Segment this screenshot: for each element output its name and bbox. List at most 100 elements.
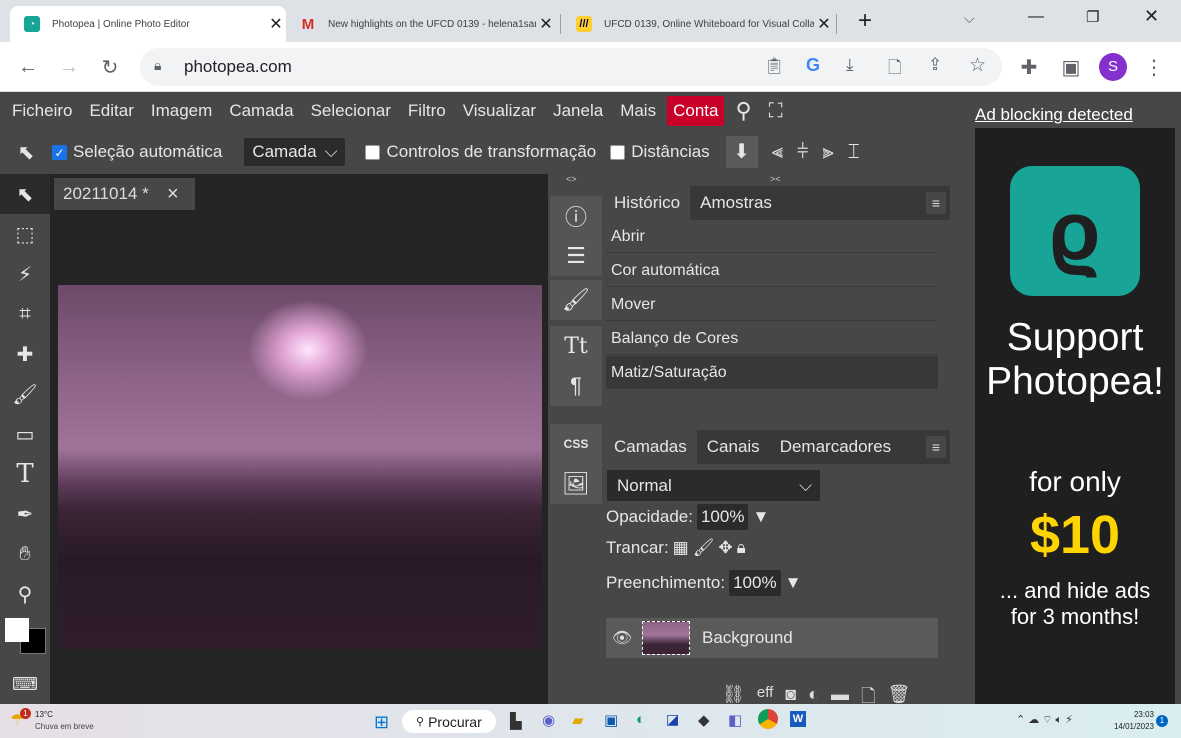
magic-wand-icon[interactable]: ⚡︎ [0,254,50,294]
clipboard-icon[interactable]: 📋︎ [764,56,784,76]
tab-photopea[interactable]: ◔ Photopea | Online Photo Editor ✕ [10,6,286,42]
type-tool-icon[interactable]: T [0,454,50,494]
collapse-icon[interactable]: >< [770,174,781,184]
history-item[interactable]: Balanço de Cores [606,322,938,355]
brush-settings-icon[interactable]: 🖌︎ [550,280,602,320]
notification-badge[interactable]: 1 [1156,715,1168,727]
close-window-icon[interactable]: ✕ [1144,6,1159,27]
css-icon[interactable]: CSS [550,424,602,464]
bookmark-star-icon[interactable]: ☆ [969,54,986,77]
back-arrow-icon[interactable]: ← [11,50,45,84]
transform-controls-checkbox[interactable] [365,144,381,160]
menu-filtro[interactable]: Filtro [402,96,452,126]
distances-checkbox[interactable] [610,144,626,160]
close-tab-icon[interactable]: ✕ [536,14,556,34]
tab-miro[interactable]: /// UFCD 0139, Online Whiteboard for Vis… [562,6,834,42]
tab-search-chevron-icon[interactable]: ⌵ [964,10,975,27]
account-button[interactable]: Conta [667,96,725,126]
share-icon[interactable]: ⇪ [928,55,942,75]
close-tab-icon[interactable]: ✕ [266,14,286,34]
brush-tool-icon[interactable]: 🖌︎ [0,374,50,414]
align-left-icon[interactable]: ⫷ [772,141,783,164]
fill-dropdown-icon[interactable]: ▼ [785,573,802,593]
blend-mode-dropdown[interactable]: Normal ⌵ [607,470,820,501]
gradient-tool-icon[interactable]: ▭ [0,414,50,454]
store-icon[interactable]: ▣ [604,711,618,729]
opacity-dropdown-icon[interactable]: ▼ [752,507,769,527]
ad-blocking-link[interactable]: Ad blocking detected [975,105,1133,125]
app-icon[interactable]: ◪ [666,711,679,728]
align-right-icon[interactable]: ⫸ [822,141,833,164]
menu-ficheiro[interactable]: Ficheiro [6,96,78,126]
keyboard-icon[interactable]: ⌨ [0,664,50,704]
install-icon[interactable]: ⤓ [846,55,854,75]
visibility-eye-icon[interactable]: 👁︎ [606,628,638,648]
lock-pixels-icon[interactable]: 🖌︎ [693,538,715,558]
restore-icon[interactable]: ❐ [1086,8,1099,26]
tab-gmail[interactable]: M New highlights on the UFCD 0139 - hele… [286,6,556,42]
taskbar-search[interactable]: ⚲ Procurar [402,710,496,733]
lock-all-icon[interactable]: 🔒︎ [737,538,746,558]
canvas-image[interactable] [58,285,542,649]
healing-brush-icon[interactable]: ✚ [0,334,50,374]
minimize-icon[interactable]: — [1028,8,1044,26]
tab-canais[interactable]: Canais [697,430,770,464]
crop-tool-icon[interactable]: ⌗ [0,294,50,334]
distribute-icon[interactable]: ⌶ [848,141,860,164]
foreground-color-swatch[interactable] [5,618,29,642]
new-tab-button[interactable]: + [852,8,878,34]
history-item[interactable]: Matiz/Saturação [606,356,938,389]
menu-imagem[interactable]: Imagem [145,96,218,126]
windows-start-icon[interactable]: ⊞ [374,712,389,733]
kebab-menu-icon[interactable]: ⋮ [1137,50,1171,84]
clock-date[interactable]: 14/01/2023 [1106,722,1154,731]
auto-select-checkbox[interactable]: ✓ [52,144,67,160]
weather-temp[interactable]: 13°C [35,710,53,719]
auto-select-target-dropdown[interactable]: Camada ⌵ [244,138,346,166]
expand-icon[interactable]: <> [566,174,577,184]
chrome-icon[interactable] [758,709,778,729]
info-icon[interactable]: ⓘ [550,196,602,236]
fill-input[interactable]: 100% [729,570,781,596]
layers-panel-menu-icon[interactable]: ≡ [926,436,946,458]
tab-camadas[interactable]: Camadas [604,430,697,464]
fullscreen-icon[interactable]: ⛶ [763,96,789,126]
zoom-tool-icon[interactable]: ⚲ [0,574,50,614]
extensions-icon[interactable]: ✚ [1012,50,1046,84]
tab-amostras[interactable]: Amostras [690,186,782,220]
hand-tool-icon[interactable]: ✋︎ [0,534,50,574]
ad-banner[interactable]: ϱ Support Photopea! for only $10 ... and… [975,128,1175,704]
system-tray-icons[interactable]: ⌃☁⌔🔈︎⚡︎ [1016,713,1076,727]
edge-icon[interactable]: ◐ [636,711,645,728]
google-icon[interactable]: G [806,55,820,76]
history-item[interactable]: Mover [606,288,938,321]
adjustments-icon[interactable]: ☰ [550,236,602,276]
teams-icon[interactable]: ◧ [728,711,742,729]
marquee-tool-icon[interactable]: ⬚ [0,214,50,254]
weather-desc[interactable]: Chuva em breve [35,722,94,731]
app-icon[interactable]: ◆ [698,711,710,729]
download-icon[interactable]: ⬇ [725,136,758,168]
url-text[interactable]: photopea.com [184,57,292,77]
close-tab-icon[interactable]: ✕ [814,14,834,34]
clock-time[interactable]: 23:03 [1110,710,1154,719]
menu-janela[interactable]: Janela [547,96,609,126]
side-panel-icon[interactable]: ▣ [1054,50,1088,84]
history-item[interactable]: Cor automática [606,254,938,287]
menu-selecionar[interactable]: Selecionar [305,96,397,126]
file-explorer-icon[interactable]: ▰ [572,711,584,729]
profile-avatar[interactable]: S [1099,53,1127,81]
word-icon[interactable]: W [790,711,806,727]
lock-icon[interactable]: 🔒︎ [154,57,161,74]
history-panel-menu-icon[interactable]: ≡ [926,192,946,214]
menu-editar[interactable]: Editar [83,96,139,126]
reload-icon[interactable]: ↻ [93,50,127,84]
close-document-icon[interactable]: × [167,183,195,206]
pen-tool-icon[interactable]: ✒︎ [0,494,50,534]
opacity-input[interactable]: 100% [696,504,749,530]
tab-demarcadores[interactable]: Demarcadores [770,430,902,464]
menu-camada[interactable]: Camada [223,96,299,126]
move-tool-preset-icon[interactable]: ⬉ [0,140,52,165]
character-icon[interactable]: Tt [550,326,602,366]
menu-visualizar[interactable]: Visualizar [457,96,542,126]
